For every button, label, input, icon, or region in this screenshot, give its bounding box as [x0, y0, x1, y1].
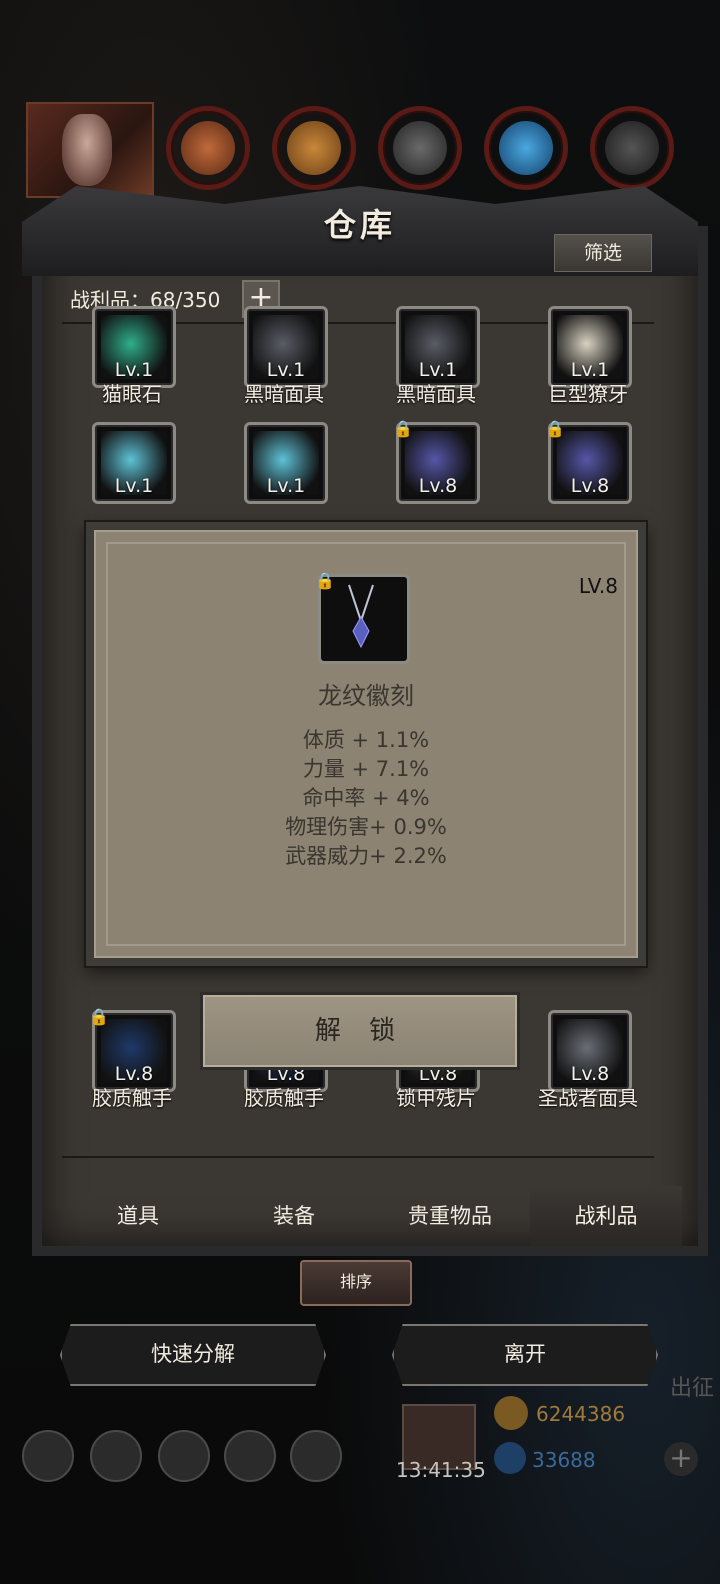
- inventory-item[interactable]: 🔒 Lv.8: [366, 419, 506, 522]
- item-name: 胶质触手: [92, 1086, 172, 1110]
- portrait-face: [62, 114, 112, 186]
- inventory-item[interactable]: Lv.1 猫眼石: [62, 306, 202, 406]
- item-slot: 🔒 Lv.8: [89, 1007, 176, 1092]
- mail-icon[interactable]: [224, 1430, 276, 1482]
- item-name: 巨型獠牙: [548, 382, 628, 406]
- item-level: Lv.8: [570, 475, 610, 497]
- item-name: 锁甲残片: [396, 1086, 476, 1110]
- item-slot: Lv.1: [244, 422, 328, 504]
- quick-decompose-button[interactable]: 快速分解: [60, 1324, 326, 1386]
- character-portrait[interactable]: [26, 102, 154, 198]
- inventory-item[interactable]: 🔒 Lv.8: [518, 419, 658, 522]
- item-slot: 🔒 Lv.8: [393, 419, 480, 504]
- lock-icon: 🔒: [393, 419, 413, 438]
- tab-valuables[interactable]: 贵重物品: [374, 1186, 526, 1246]
- lock-icon: 🔒: [315, 571, 335, 590]
- stat-line: 物理伤害+ 0.9%: [285, 815, 447, 839]
- item-slot: Lv.1: [92, 422, 176, 504]
- tab-equipment[interactable]: 装备: [218, 1186, 370, 1246]
- item-name: 圣战者面具: [538, 1086, 638, 1110]
- item-slot: Lv.1: [244, 306, 328, 388]
- popup-item-name: 龙纹徽刻: [318, 682, 414, 710]
- item-name: 黑暗面具: [244, 382, 324, 406]
- menu-icon-3[interactable]: [158, 1430, 210, 1482]
- class-orb-2[interactable]: [272, 106, 356, 190]
- divider-bottom: [62, 1156, 654, 1158]
- popup-item-slot: 🔒: [315, 571, 410, 664]
- character-bar: [0, 98, 720, 198]
- menu-icon-1[interactable]: [22, 1430, 74, 1482]
- item-slot: Lv.1: [396, 306, 480, 388]
- item-slot: Lv.1: [92, 306, 176, 388]
- stat-line: 力量 + 7.1%: [302, 757, 430, 781]
- item-name: 胶质触手: [244, 1086, 324, 1110]
- inventory-item[interactable]: Lv.1: [62, 422, 202, 522]
- popup-stats: 体质 + 1.1% 力量 + 7.1% 命中率 + 4% 物理伤害+ 0.9% …: [94, 726, 638, 871]
- class-orb-4[interactable]: [484, 106, 568, 190]
- inventory-item[interactable]: Lv.1: [214, 422, 354, 522]
- sortie-label[interactable]: 出征: [670, 1370, 714, 1402]
- tab-loot[interactable]: 战利品: [530, 1186, 682, 1246]
- settings-icon[interactable]: [290, 1430, 342, 1482]
- item-slot: Lv.8: [548, 1010, 632, 1092]
- game-clock: 13:41:35: [396, 1458, 486, 1482]
- filter-button[interactable]: 筛选: [554, 234, 652, 272]
- class-orb-1[interactable]: [166, 106, 250, 190]
- gold-amount: 6244386: [536, 1402, 626, 1426]
- tab-bar: 道具 装备 贵重物品 战利品: [62, 1186, 682, 1246]
- gem-icon: [494, 1442, 526, 1474]
- class-orb-5[interactable]: [590, 106, 674, 190]
- lock-icon: 🔒: [89, 1007, 109, 1026]
- inventory-item[interactable]: Lv.8 圣战者面具: [518, 1010, 658, 1110]
- item-level: Lv.1: [266, 475, 306, 497]
- inventory-item[interactable]: Lv.1 黑暗面具: [366, 306, 506, 406]
- stat-line: 命中率 + 4%: [302, 786, 430, 810]
- stat-line: 体质 + 1.1%: [302, 728, 430, 752]
- unlock-button[interactable]: 解 锁: [200, 992, 520, 1070]
- item-name: 黑暗面具: [396, 382, 476, 406]
- tab-items[interactable]: 道具: [62, 1186, 214, 1246]
- item-level: Lv.8: [418, 475, 458, 497]
- leave-button[interactable]: 离开: [392, 1324, 658, 1386]
- inventory-item[interactable]: Lv.1 黑暗面具: [214, 306, 354, 406]
- stat-line: 武器威力+ 2.2%: [285, 844, 447, 868]
- item-slot: 🔒 Lv.8: [545, 419, 632, 504]
- item-level: Lv.1: [114, 475, 154, 497]
- item-name: 猫眼石: [102, 382, 162, 406]
- gold-coin-icon: [494, 1396, 528, 1430]
- item-detail-popup: 🔒 LV.8 龙纹徽刻 体质 + 1.1% 力量 + 7.1% 命中率 + 4%…: [86, 522, 646, 966]
- inventory-item[interactable]: Lv.1 巨型獠牙: [518, 306, 658, 406]
- add-currency-button[interactable]: +: [664, 1442, 698, 1476]
- popup-level: LV.8: [578, 574, 618, 598]
- sort-button[interactable]: 排序: [300, 1260, 412, 1306]
- inventory-item[interactable]: 🔒 Lv.8 胶质触手: [62, 1007, 202, 1110]
- lock-icon: 🔒: [545, 419, 565, 438]
- item-slot: Lv.1: [548, 306, 632, 388]
- gem-amount: 33688: [532, 1448, 596, 1472]
- menu-icon-2[interactable]: [90, 1430, 142, 1482]
- class-orb-3[interactable]: [378, 106, 462, 190]
